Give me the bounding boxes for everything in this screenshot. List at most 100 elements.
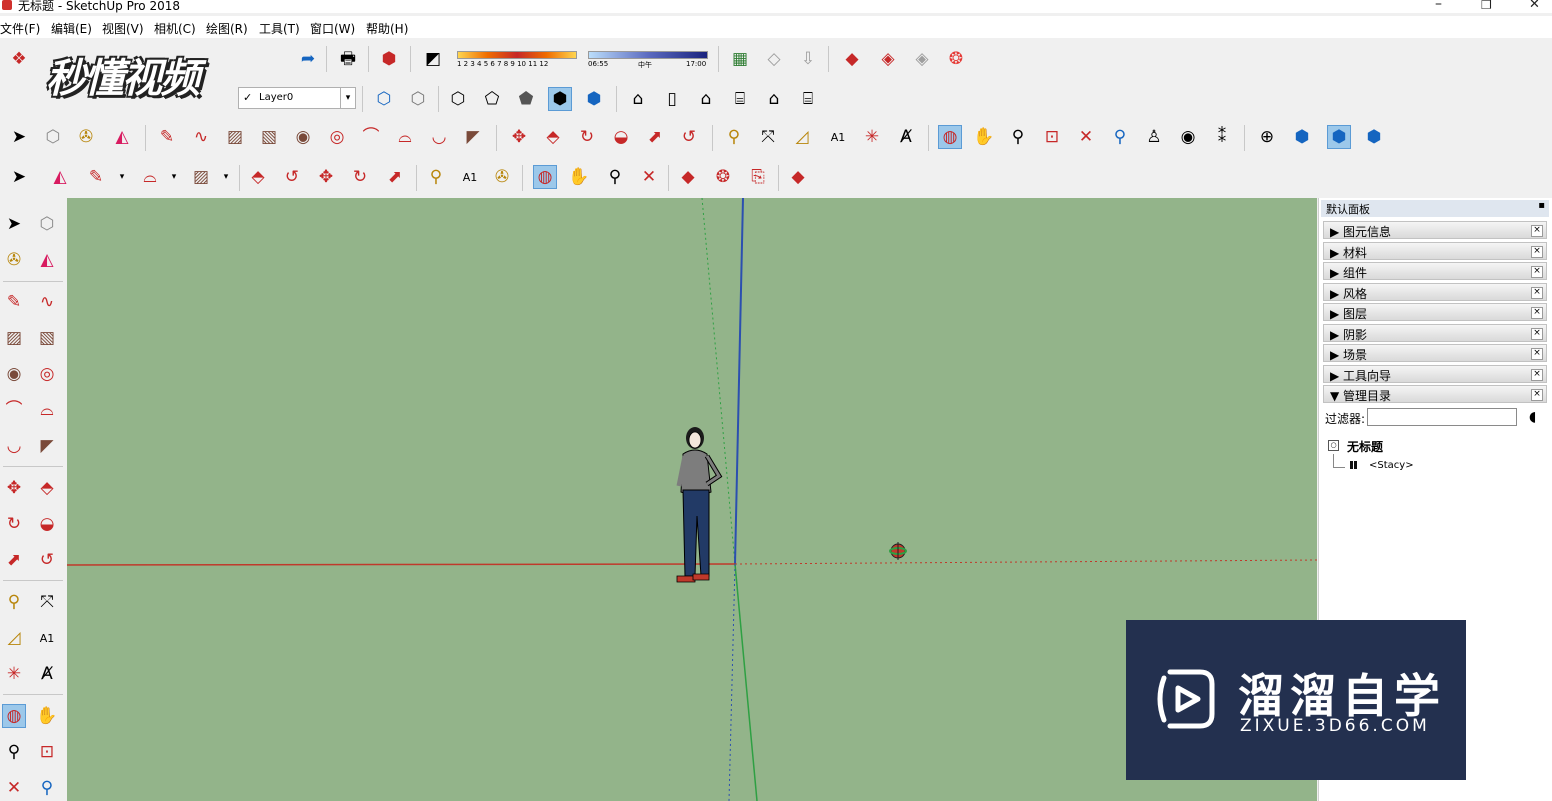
tray-row-1[interactable]: ▶ 材料 × xyxy=(1323,241,1547,260)
front-view-icon[interactable]: ⌂ xyxy=(694,87,718,111)
chevron-down-icon[interactable]: ▾ xyxy=(162,165,186,189)
chevron-down-icon[interactable]: ▾ xyxy=(110,165,134,189)
iso-view-icon[interactable]: ⌂ xyxy=(626,87,650,111)
orbit-icon[interactable]: ◍ xyxy=(938,125,962,149)
select-icon[interactable]: ➤ xyxy=(2,212,26,236)
hidden-line-icon[interactable]: ⬠ xyxy=(480,87,504,111)
photo-texture-icon[interactable]: ▦ xyxy=(728,47,752,71)
tape-measure-icon[interactable]: ⚲ xyxy=(424,165,448,189)
tray-row-5[interactable]: ▶ 阴影 × xyxy=(1323,323,1547,342)
arc-icon[interactable]: ⌓ xyxy=(138,165,162,189)
close-icon[interactable]: × xyxy=(1531,327,1543,340)
minimize-button[interactable]: – xyxy=(1435,0,1442,12)
close-icon[interactable]: × xyxy=(1531,286,1543,299)
line-icon[interactable]: ✎ xyxy=(155,125,179,149)
extension-store-icon[interactable]: ❂ xyxy=(944,47,968,71)
chevron-down-icon[interactable]: ▾ xyxy=(214,165,238,189)
outliner-options-icon[interactable]: ◖ xyxy=(1529,409,1536,425)
3d-text-icon[interactable]: Ⱥ xyxy=(894,125,918,149)
extension-warehouse-icon[interactable]: ◆ xyxy=(840,47,864,71)
tray-row-4[interactable]: ▶ 图层 × xyxy=(1323,303,1547,321)
monochrome-icon[interactable]: ⬢ xyxy=(582,87,606,111)
zoom-window-icon[interactable]: ⊡ xyxy=(35,740,59,764)
scale-icon[interactable]: ⬈ xyxy=(383,165,407,189)
select-icon[interactable]: ➤ xyxy=(7,165,31,189)
warehouse-icon[interactable]: ❖ xyxy=(7,47,31,71)
zoom-window-icon[interactable]: ⊡ xyxy=(1040,125,1064,149)
orbit-icon[interactable]: ◍ xyxy=(2,704,26,728)
tray-row-3[interactable]: ▶ 风格 × xyxy=(1323,282,1547,301)
position-camera-icon[interactable]: ♙ xyxy=(1142,125,1166,149)
back-edges-icon[interactable]: ⬡ xyxy=(406,87,430,111)
rotated-rectangle-icon[interactable]: ▧ xyxy=(257,125,281,149)
line-icon[interactable]: ✎ xyxy=(2,290,26,314)
pan-icon[interactable]: ✋ xyxy=(972,125,996,149)
paint-bucket-icon[interactable]: ✇ xyxy=(74,125,98,149)
menu-item-3[interactable]: 相机(C) xyxy=(154,20,196,37)
rectangle-icon[interactable]: ▨ xyxy=(189,165,213,189)
offset-icon[interactable]: ↺ xyxy=(35,548,59,572)
extension-manager-icon[interactable]: ◈ xyxy=(876,47,900,71)
two-point-arc-icon[interactable]: ⌓ xyxy=(393,125,417,149)
wireframe-icon[interactable]: ⬡ xyxy=(446,87,470,111)
move-icon[interactable]: ✥ xyxy=(507,125,531,149)
tape-measure-icon[interactable]: ⚲ xyxy=(2,590,26,614)
pan-icon[interactable]: ✋ xyxy=(567,165,591,189)
tag-icon[interactable]: ◇ xyxy=(762,47,786,71)
text-icon[interactable]: A1 xyxy=(826,125,850,149)
arc-icon[interactable]: ⌒ xyxy=(359,125,383,149)
outliner-child-label[interactable]: <Stacy> xyxy=(1369,460,1414,471)
share-model-icon[interactable]: ⎘ xyxy=(746,165,770,189)
axes-icon[interactable]: ✳ xyxy=(860,125,884,149)
extension-disabled-icon[interactable]: ◈ xyxy=(910,47,934,71)
circle-icon[interactable]: ◉ xyxy=(291,125,315,149)
protractor-icon[interactable]: ◿ xyxy=(2,626,26,650)
tray-row-7[interactable]: ▶ 工具向导 × xyxy=(1323,364,1547,383)
left-view-icon[interactable]: ⌸ xyxy=(796,87,820,111)
make-component-icon[interactable]: ⬡ xyxy=(41,125,65,149)
restore-button[interactable]: ❐ xyxy=(1481,0,1492,12)
scale-icon[interactable]: ⬈ xyxy=(2,548,26,572)
shadow-time-slider[interactable]: 06:55 中午 17:00 xyxy=(588,51,708,75)
share-model-icon[interactable]: ➦ xyxy=(296,47,320,71)
filter-input[interactable] xyxy=(1367,408,1517,426)
pin-icon[interactable]: ▪ xyxy=(1538,200,1545,211)
zoom-icon[interactable]: ⚲ xyxy=(1006,125,1030,149)
close-icon[interactable]: × xyxy=(1531,368,1543,381)
zoom-icon[interactable]: ⚲ xyxy=(603,165,627,189)
polygon-icon[interactable]: ◎ xyxy=(325,125,349,149)
pie-icon[interactable]: ◤ xyxy=(461,125,485,149)
model-info-icon[interactable]: ⬢ xyxy=(377,47,401,71)
ruby-console-icon[interactable]: ◆ xyxy=(786,165,810,189)
eraser-icon[interactable]: ◭ xyxy=(110,125,134,149)
back-view-icon[interactable]: ⌂ xyxy=(762,87,786,111)
protractor-icon[interactable]: ◿ xyxy=(790,125,814,149)
tray-row-0[interactable]: ▶ 图元信息 × xyxy=(1323,221,1547,239)
axes-icon[interactable]: ✳ xyxy=(2,662,26,686)
eraser-icon[interactable]: ◭ xyxy=(35,248,59,272)
right-view-icon[interactable]: ⌸ xyxy=(728,87,752,111)
freehand-icon[interactable]: ∿ xyxy=(189,125,213,149)
rectangle-icon[interactable]: ▨ xyxy=(2,326,26,350)
eraser-icon[interactable]: ◭ xyxy=(48,165,72,189)
close-icon[interactable]: × xyxy=(1531,225,1543,237)
line-icon[interactable]: ✎ xyxy=(84,165,108,189)
extension-warehouse-icon[interactable]: ❂ xyxy=(711,165,735,189)
offset-icon[interactable]: ↺ xyxy=(280,165,304,189)
select-icon[interactable]: ➤ xyxy=(7,125,31,149)
pan-icon[interactable]: ✋ xyxy=(35,704,59,728)
close-icon[interactable]: × xyxy=(1531,266,1543,278)
xray-icon[interactable]: ⬡ xyxy=(372,87,396,111)
top-view-icon[interactable]: ▯ xyxy=(660,87,684,111)
menu-item-4[interactable]: 绘图(R) xyxy=(206,20,248,37)
shadow-month-slider[interactable]: 1 2 3 4 5 6 7 8 9 10 11 12 xyxy=(457,51,577,75)
look-around-icon[interactable]: ◉ xyxy=(1176,125,1200,149)
menu-item-2[interactable]: 视图(V) xyxy=(102,20,144,37)
zoom-extents-icon[interactable]: ✕ xyxy=(637,165,661,189)
scale-icon[interactable]: ⬈ xyxy=(643,125,667,149)
pie-icon[interactable]: ◤ xyxy=(35,434,59,458)
polygon-icon[interactable]: ◎ xyxy=(35,362,59,386)
rectangle-icon[interactable]: ▨ xyxy=(223,125,247,149)
push-pull-icon[interactable]: ⬘ xyxy=(35,476,59,500)
close-icon[interactable]: × xyxy=(1531,348,1543,360)
